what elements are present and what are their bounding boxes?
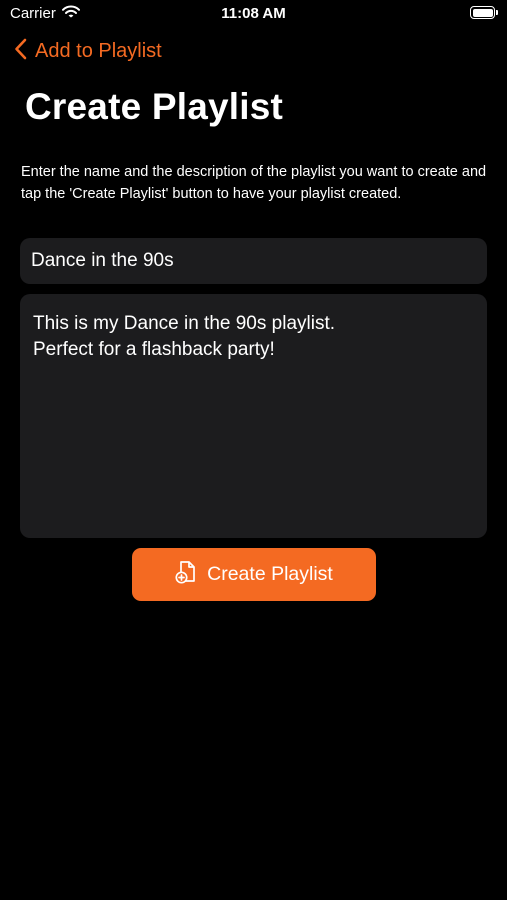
status-time: 11:08 AM bbox=[221, 5, 286, 22]
battery-icon bbox=[470, 6, 498, 19]
back-button-label: Add to Playlist bbox=[35, 40, 162, 62]
battery-fill bbox=[472, 8, 493, 17]
create-playlist-screen: Carrier 11:08 AM Add to Playlist Create … bbox=[0, 0, 507, 900]
status-bar: Carrier 11:08 AM bbox=[0, 0, 507, 28]
create-playlist-button-label: Create Playlist bbox=[207, 563, 333, 585]
playlist-description-field[interactable]: This is my Dance in the 90s playlist. Pe… bbox=[20, 294, 487, 538]
status-right bbox=[470, 6, 498, 19]
page-title: Create Playlist bbox=[25, 86, 284, 127]
back-button[interactable]: Add to Playlist bbox=[14, 38, 162, 65]
playlist-name-field[interactable] bbox=[20, 238, 487, 284]
chevron-left-icon bbox=[14, 38, 27, 65]
instructions-text: Enter the name and the description of th… bbox=[21, 164, 487, 202]
document-plus-icon bbox=[175, 560, 197, 589]
create-playlist-button[interactable]: Create Playlist bbox=[132, 548, 376, 601]
battery-nub bbox=[496, 10, 498, 15]
